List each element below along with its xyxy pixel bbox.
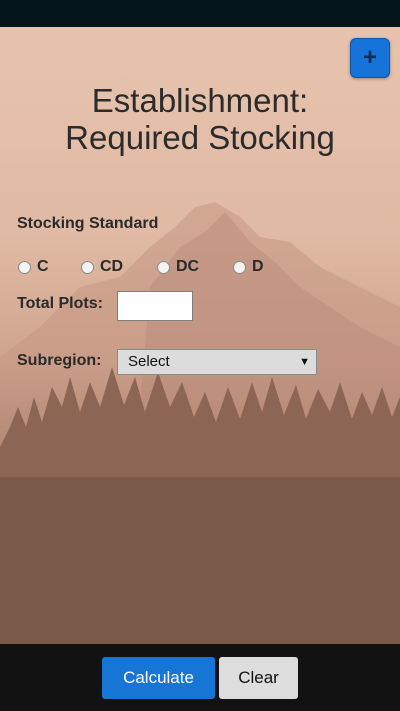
radio-button[interactable]	[233, 260, 246, 274]
status-bar	[0, 0, 400, 27]
footer-bar: Calculate Clear	[0, 644, 400, 711]
total-plots-label: Total Plots:	[17, 295, 103, 312]
subregion-selected-value: Select	[128, 353, 170, 370]
radio-option-cd[interactable]: CD	[81, 258, 123, 276]
page-title-line2: Required Stocking	[65, 119, 335, 156]
radio-button[interactable]	[157, 260, 170, 274]
stocking-standard-label: Stocking Standard	[17, 215, 159, 232]
subregion-select[interactable]: Select ▼	[117, 349, 317, 375]
page-title: Establishment: Required Stocking	[0, 82, 400, 156]
radio-option-dc[interactable]: DC	[157, 258, 199, 276]
total-plots-input[interactable]	[117, 291, 193, 321]
main-content: + Establishment: Required Stocking Stock…	[0, 27, 400, 644]
radio-label: CD	[100, 258, 124, 275]
radio-option-d[interactable]: D	[233, 258, 264, 276]
calculate-button[interactable]: Calculate	[102, 657, 215, 699]
page-title-line1: Establishment:	[91, 82, 309, 119]
radio-label: DC	[176, 258, 200, 275]
radio-label: C	[37, 258, 49, 275]
radio-button[interactable]	[18, 260, 31, 274]
clear-button[interactable]: Clear	[219, 657, 298, 699]
stocking-standard-radio-group: C CD DC D	[18, 258, 388, 280]
plus-icon: +	[362, 44, 377, 71]
subregion-label: Subregion:	[17, 352, 102, 369]
add-button[interactable]: +	[350, 38, 390, 78]
dropdown-arrow-icon: ▼	[299, 356, 310, 368]
radio-option-c[interactable]: C	[18, 258, 49, 276]
radio-label: D	[252, 258, 264, 275]
radio-button[interactable]	[81, 260, 94, 274]
